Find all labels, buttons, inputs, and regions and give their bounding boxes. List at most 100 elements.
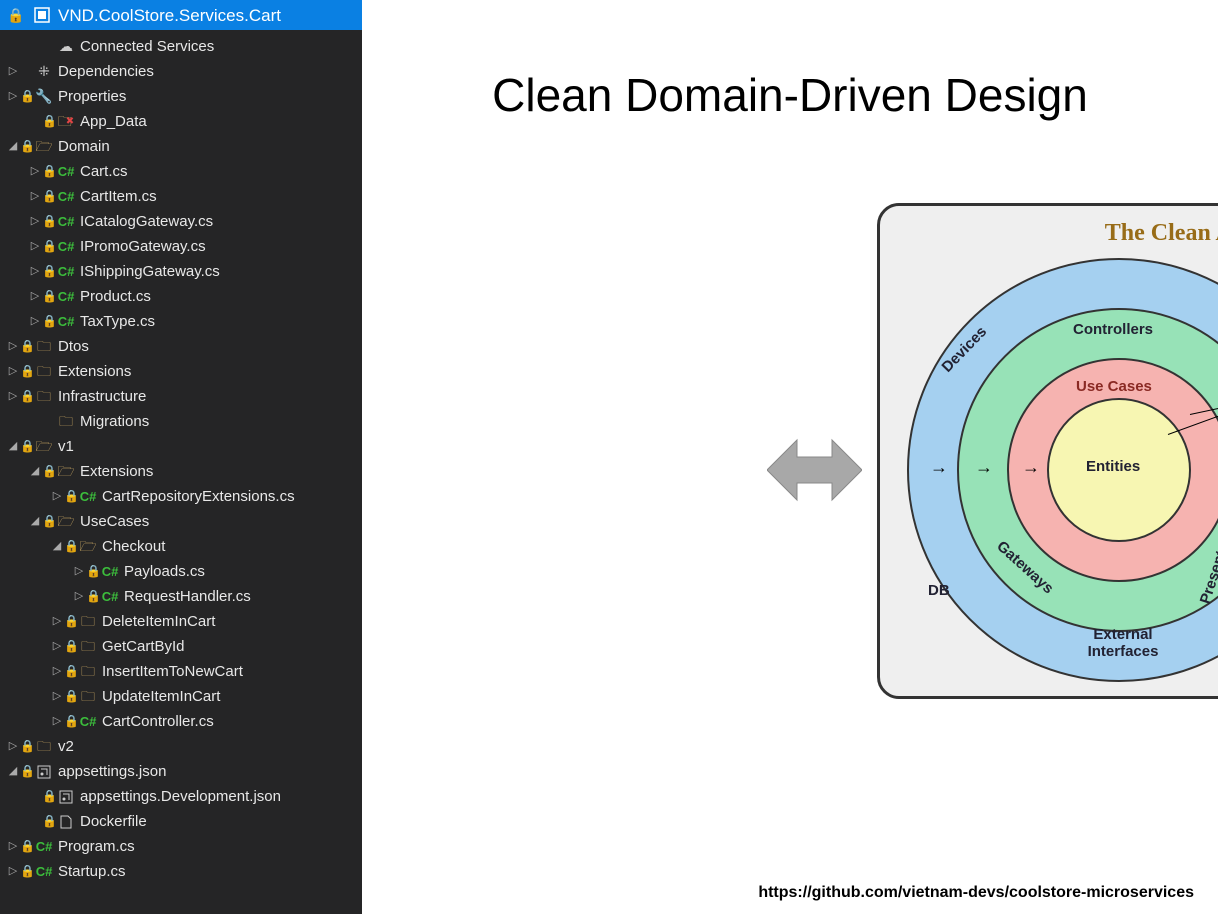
open-folder-icon: 🗁 xyxy=(34,134,54,159)
csharp-file-icon: C# xyxy=(78,484,98,509)
tree-item-label: IShippingGateway.cs xyxy=(76,259,220,284)
tree-item[interactable]: ☁Connected Services xyxy=(0,34,362,59)
tree-item[interactable]: ▷🔒C#CartRepositoryExtensions.cs xyxy=(0,484,362,509)
tree-item[interactable]: ▷🔒🗀v2 xyxy=(0,734,362,759)
tree-item[interactable]: ◢🔒appsettings.json xyxy=(0,759,362,784)
expand-arrow-icon[interactable]: ▷ xyxy=(50,609,64,634)
lock-icon: 🔒 xyxy=(42,459,56,484)
tree-item[interactable]: ▷🔒C#Program.cs xyxy=(0,834,362,859)
tree-item-label: Startup.cs xyxy=(54,859,126,884)
expand-arrow-icon[interactable]: ▷ xyxy=(6,859,20,884)
tree-item-label: App_Data xyxy=(76,109,147,134)
expand-arrow-icon[interactable]: ▷ xyxy=(50,709,64,734)
tree-item[interactable]: ▷🔒C#Payloads.cs xyxy=(0,559,362,584)
lock-icon: 🔒 xyxy=(42,209,56,234)
tree-item-label: CartController.cs xyxy=(98,709,214,734)
csharp-file-icon: C# xyxy=(56,184,76,209)
tree-item-label: CartRepositoryExtensions.cs xyxy=(98,484,295,509)
tree-item[interactable]: ▷🔒🗀UpdateItemInCart xyxy=(0,684,362,709)
folder-icon: 🗀 xyxy=(56,409,76,434)
lbl-db: DB xyxy=(928,582,950,599)
tree-item-label: TaxType.cs xyxy=(76,309,155,334)
expand-arrow-icon[interactable]: ▷ xyxy=(72,559,86,584)
tree-item[interactable]: ◢🔒🗁UseCases xyxy=(0,509,362,534)
expand-arrow-icon[interactable]: ◢ xyxy=(6,134,20,159)
tree-item-label: v1 xyxy=(54,434,74,459)
tree-item[interactable]: ▷🔒C#CartItem.cs xyxy=(0,184,362,209)
expand-arrow-icon[interactable]: ▷ xyxy=(28,259,42,284)
expand-arrow-icon[interactable]: ▷ xyxy=(28,234,42,259)
tree: ☁Connected Services▷⁜Dependencies▷🔒🔧Prop… xyxy=(0,30,362,892)
expand-arrow-icon[interactable]: ▷ xyxy=(6,734,20,759)
tree-item[interactable]: ◢🔒🗁Domain xyxy=(0,134,362,159)
expand-arrow-icon[interactable]: ▷ xyxy=(6,84,20,109)
expand-arrow-icon[interactable]: ▷ xyxy=(50,634,64,659)
tree-item[interactable]: ▷🔒C#Cart.cs xyxy=(0,159,362,184)
tree-item[interactable]: ▷🔒C#RequestHandler.cs xyxy=(0,584,362,609)
expand-arrow-icon[interactable]: ▷ xyxy=(28,284,42,309)
lock-icon: 🔒 xyxy=(64,709,78,734)
wrench-icon: 🔧 xyxy=(34,84,54,109)
expand-arrow-icon[interactable]: ▷ xyxy=(6,384,20,409)
expand-arrow-icon[interactable]: ▷ xyxy=(28,184,42,209)
expand-arrow-icon[interactable]: ◢ xyxy=(50,534,64,559)
tree-item[interactable]: ▷🔒C#TaxType.cs xyxy=(0,309,362,334)
tree-item[interactable]: 🔒Dockerfile xyxy=(0,809,362,834)
tree-item[interactable]: ▷🔒🗀GetCartById xyxy=(0,634,362,659)
arrow-in-icon: → xyxy=(930,457,948,478)
expand-arrow-icon[interactable]: ▷ xyxy=(50,684,64,709)
lock-icon: 🔒 xyxy=(64,634,78,659)
project-header[interactable]: 🔒 VND.CoolStore.Services.Cart xyxy=(0,0,362,30)
tree-item[interactable]: ▷🔒🗀InsertItemToNewCart xyxy=(0,659,362,684)
tree-item[interactable]: ▷🔒🔧Properties xyxy=(0,84,362,109)
tree-item-label: Dtos xyxy=(54,334,89,359)
tree-item[interactable]: ▷🔒🗀DeleteItemInCart xyxy=(0,609,362,634)
expand-arrow-icon[interactable]: ▷ xyxy=(50,484,64,509)
tree-item[interactable]: 🔒🗀✖App_Data xyxy=(0,109,362,134)
tree-item[interactable]: ◢🔒🗁v1 xyxy=(0,434,362,459)
tree-item[interactable]: ▷🔒🗀Dtos xyxy=(0,334,362,359)
tree-item[interactable]: ▷🔒🗀Extensions xyxy=(0,359,362,384)
expand-arrow-icon[interactable]: ◢ xyxy=(6,434,20,459)
expand-arrow-icon[interactable]: ▷ xyxy=(28,159,42,184)
footer-link[interactable]: https://github.com/vietnam-devs/coolstor… xyxy=(758,884,1194,902)
lbl-entities: Entities xyxy=(1086,458,1140,475)
tree-item[interactable]: ▷🔒🗀Infrastructure xyxy=(0,384,362,409)
tree-item[interactable]: 🔒appsettings.Development.json xyxy=(0,784,362,809)
expand-arrow-icon[interactable]: ◢ xyxy=(28,509,42,534)
tree-item-label: appsettings.Development.json xyxy=(76,784,281,809)
expand-arrow-icon[interactable]: ▷ xyxy=(6,59,20,84)
expand-arrow-icon[interactable]: ▷ xyxy=(28,209,42,234)
folder-icon: 🗀 xyxy=(78,634,98,659)
tree-item[interactable]: ◢🔒🗁Checkout xyxy=(0,534,362,559)
open-folder-icon: 🗁 xyxy=(78,534,98,559)
tree-item[interactable]: ▷⁜Dependencies xyxy=(0,59,362,84)
tree-item-label: GetCartById xyxy=(98,634,185,659)
lock-icon: 🔒 xyxy=(64,659,78,684)
expand-arrow-icon[interactable]: ▷ xyxy=(6,334,20,359)
tree-item[interactable]: ▷🔒C#CartController.cs xyxy=(0,709,362,734)
cloud-icon: ☁ xyxy=(56,34,76,59)
lock-icon: 🔒 xyxy=(64,534,78,559)
lock-icon: 🔒 xyxy=(42,284,56,309)
tree-item[interactable]: ▷🔒C#Product.cs xyxy=(0,284,362,309)
expand-arrow-icon[interactable]: ▷ xyxy=(50,659,64,684)
lock-icon: 🔒 xyxy=(20,859,34,884)
tree-item[interactable]: ▷🔒C#IShippingGateway.cs xyxy=(0,259,362,284)
expand-arrow-icon[interactable]: ◢ xyxy=(28,459,42,484)
tree-item[interactable]: 🗀Migrations xyxy=(0,409,362,434)
tree-item[interactable]: ▷🔒C#ICatalogGateway.cs xyxy=(0,209,362,234)
tree-item[interactable]: ▷🔒C#IPromoGateway.cs xyxy=(0,234,362,259)
expand-arrow-icon[interactable]: ◢ xyxy=(6,759,20,784)
lock-icon: 🔒 xyxy=(20,84,34,109)
expand-arrow-icon[interactable]: ▷ xyxy=(72,584,86,609)
tree-item-label: DeleteItemInCart xyxy=(98,609,215,634)
tree-item[interactable]: ▷🔒C#Startup.cs xyxy=(0,859,362,884)
expand-arrow-icon[interactable]: ▷ xyxy=(6,359,20,384)
expand-arrow-icon[interactable]: ▷ xyxy=(28,309,42,334)
file-icon xyxy=(56,815,76,829)
tree-item[interactable]: ◢🔒🗁Extensions xyxy=(0,459,362,484)
lbl-controllers: Controllers xyxy=(1073,321,1153,338)
tree-item-label: v2 xyxy=(54,734,74,759)
expand-arrow-icon[interactable]: ▷ xyxy=(6,834,20,859)
